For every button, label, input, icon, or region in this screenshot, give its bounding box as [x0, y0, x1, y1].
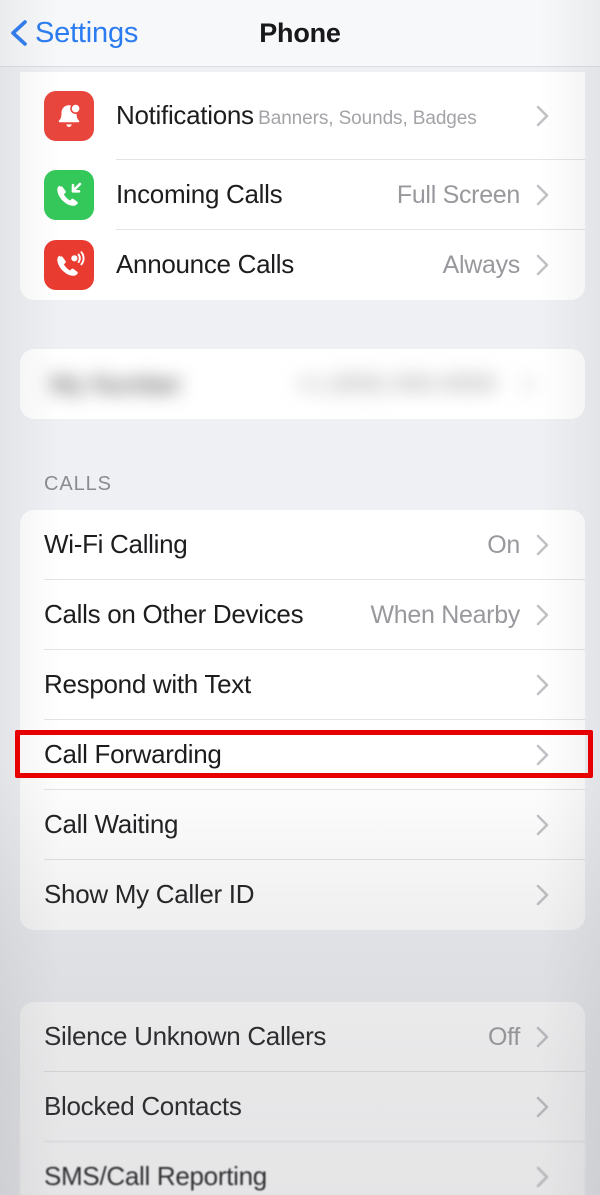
row-show-my-caller-id[interactable]: Show My Caller ID	[20, 860, 585, 930]
row-call-forwarding[interactable]: Call Forwarding	[20, 720, 585, 790]
my-number-group-card: My Number +1 (000) 000-0000	[20, 349, 585, 419]
row-label: Blocked Contacts	[44, 1091, 242, 1122]
row-value: Full Screen	[396, 180, 520, 209]
row-announce-calls-labels: Announce Calls	[116, 249, 443, 280]
row-label: SMS/Call Reporting	[44, 1161, 267, 1192]
chevron-right-icon	[536, 604, 549, 626]
row-respond-with-text-labels: Respond with Text	[44, 669, 520, 700]
row-label: Announce Calls	[116, 249, 294, 280]
row-value: Off	[488, 1022, 520, 1051]
row-incoming-calls-labels: Incoming Calls	[116, 179, 397, 210]
row-label: Call Forwarding	[44, 739, 222, 770]
navigation-bar: Settings Phone	[0, 0, 600, 67]
phone-announce-icon	[44, 240, 94, 290]
row-my-number-redacted[interactable]: My Number +1 (000) 000-0000	[20, 349, 585, 419]
row-label: Wi-Fi Calling	[44, 529, 188, 560]
row-blocked-contacts-labels: Blocked Contacts	[44, 1091, 520, 1122]
row-show-my-caller-id-labels: Show My Caller ID	[44, 879, 520, 910]
row-label: Call Waiting	[44, 809, 179, 840]
chevron-right-icon	[536, 184, 549, 206]
row-value: Always	[442, 250, 521, 279]
calls-group-card: Wi-Fi Calling On Calls on Other Devices …	[20, 510, 585, 930]
row-call-waiting[interactable]: Call Waiting	[20, 790, 585, 860]
row-value: On	[487, 530, 520, 559]
chevron-right-icon	[536, 254, 549, 276]
row-label: Notifications	[116, 100, 254, 131]
row-incoming-calls[interactable]: Incoming Calls Full Screen	[20, 160, 585, 230]
notifications-group-card: Notifications Banners, Sounds, Badges In…	[20, 72, 585, 300]
chevron-right-icon	[522, 373, 535, 395]
chevron-right-icon	[536, 534, 549, 556]
chevron-right-icon	[536, 884, 549, 906]
row-label: Show My Caller ID	[44, 879, 255, 910]
row-respond-with-text[interactable]: Respond with Text	[20, 650, 585, 720]
row-value: When Nearby	[370, 600, 520, 629]
chevron-right-icon	[536, 1026, 549, 1048]
row-label: Calls on Other Devices	[44, 599, 304, 630]
row-label: Respond with Text	[44, 669, 251, 700]
row-wifi-calling-labels: Wi-Fi Calling	[44, 529, 487, 560]
page-title: Phone	[259, 17, 341, 48]
chevron-right-icon	[536, 105, 549, 127]
row-announce-calls[interactable]: Announce Calls Always	[20, 230, 585, 300]
row-call-forwarding-labels: Call Forwarding	[44, 739, 520, 770]
chevron-right-icon	[536, 1096, 549, 1118]
chevron-right-icon	[536, 814, 549, 836]
call-blocking-group-card: Silence Unknown Callers Off Blocked Cont…	[20, 1002, 585, 1195]
row-value: +1 (000) 000-0000	[294, 369, 497, 398]
row-calls-on-other-devices-labels: Calls on Other Devices	[44, 599, 370, 630]
row-calls-on-other-devices[interactable]: Calls on Other Devices When Nearby	[20, 580, 585, 650]
row-blocked-contacts[interactable]: Blocked Contacts	[20, 1072, 585, 1142]
row-label: Incoming Calls	[116, 179, 283, 210]
row-sms-call-reporting[interactable]: SMS/Call Reporting	[20, 1142, 585, 1195]
row-silence-unknown-callers[interactable]: Silence Unknown Callers Off	[20, 1002, 585, 1072]
chevron-right-icon	[536, 744, 549, 766]
row-wifi-calling[interactable]: Wi-Fi Calling On	[20, 510, 585, 580]
settings-scroll-view[interactable]: Notifications Banners, Sounds, Badges In…	[0, 67, 600, 1195]
row-notifications[interactable]: Notifications Banners, Sounds, Badges	[20, 72, 585, 160]
row-label: My Number	[50, 368, 182, 399]
row-silence-unknown-callers-labels: Silence Unknown Callers	[44, 1021, 488, 1052]
row-label: Silence Unknown Callers	[44, 1021, 327, 1052]
row-subtitle: Banners, Sounds, Badges	[258, 108, 477, 130]
row-sms-call-reporting-labels: SMS/Call Reporting	[44, 1161, 520, 1192]
chevron-right-icon	[536, 674, 549, 696]
row-call-waiting-labels: Call Waiting	[44, 809, 520, 840]
row-notifications-labels: Notifications Banners, Sounds, Badges	[116, 100, 536, 131]
phone-incoming-icon	[44, 170, 94, 220]
bell-badge-icon	[44, 91, 94, 141]
section-header-calls: CALLS	[44, 473, 112, 495]
chevron-right-icon	[536, 1166, 549, 1188]
